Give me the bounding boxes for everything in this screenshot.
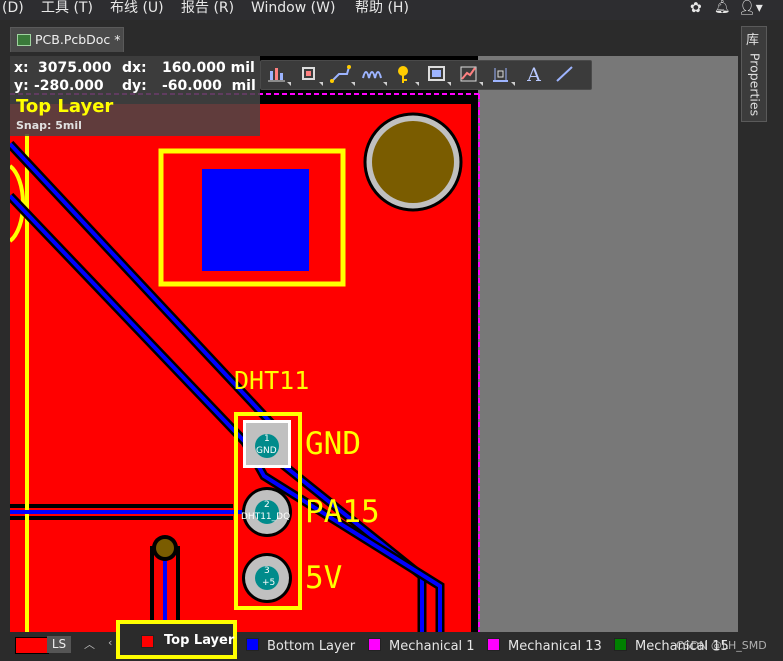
watermark: CSDN @LH_SMD <box>676 639 767 652</box>
heads-up-display: x: 3075.000 dx: 160.000 mil y: -280.000 … <box>10 56 260 136</box>
pin-1-number: 1 <box>264 434 270 444</box>
document-tab[interactable]: PCB.PcbDoc * <box>10 27 124 52</box>
library-glyph: 库 <box>746 33 760 48</box>
hud-current-layer: Top Layer <box>16 96 114 117</box>
hud-dy-label: dy: <box>122 78 147 94</box>
chevron-up-icon[interactable]: ︿ <box>84 636 95 652</box>
layer-tab-label: Top Layer <box>164 633 235 648</box>
hud-y-label: y: <box>14 78 29 94</box>
pcb-canvas[interactable]: DHT11 1 GND 2 DHT11_DQ 3 +5 GND PA15 5V <box>10 56 738 632</box>
layer-tab-top[interactable]: Top Layer <box>116 620 237 659</box>
layer-color-swatch <box>368 638 381 651</box>
layer-color-swatch <box>246 638 259 651</box>
component-icon[interactable] <box>295 62 325 88</box>
mounting-hole-inner <box>372 121 454 203</box>
pin-1-net: GND <box>256 446 277 456</box>
chevron-left-icon[interactable]: ‹ <box>108 636 112 649</box>
active-bar-toolbar: A <box>260 60 592 90</box>
user-icon[interactable]: 👤︎▾ <box>738 0 763 20</box>
wave-icon[interactable] <box>359 62 389 88</box>
menu-bar: (D) 工具 (T) 布线 (U) 报告 (R) Window (W) 帮助 (… <box>0 0 783 20</box>
pin-3-label: 5V <box>305 560 343 596</box>
route-icon[interactable] <box>327 62 357 88</box>
menu-item-route[interactable]: 布线 (U) <box>110 0 164 20</box>
ls-button[interactable]: LS <box>47 636 71 653</box>
layer-tab-mechanical-13[interactable]: Mechanical 13 <box>487 636 602 658</box>
layer-tab-label: Mechanical 1 <box>389 639 475 654</box>
pin-2-number: 2 <box>264 500 270 510</box>
pin-3-net: +5 <box>262 578 276 588</box>
pin-icon[interactable] <box>391 62 421 88</box>
hud-snap: Snap: 5mil <box>16 119 82 132</box>
menu-item-tools[interactable]: 工具 (T) <box>41 0 93 20</box>
line-icon[interactable] <box>551 62 581 88</box>
layer-tab-mechanical-1[interactable]: Mechanical 1 <box>368 636 475 658</box>
pin-1-label: GND <box>305 426 361 462</box>
layer-tab-label: Bottom Layer <box>267 639 356 654</box>
pcb-doc-icon <box>17 34 31 46</box>
properties-tab-label: Properties <box>747 52 763 117</box>
text-icon[interactable]: A <box>519 62 549 88</box>
graph-icon[interactable] <box>455 62 485 88</box>
pin-2-label: PA15 <box>305 494 380 530</box>
layer-color-swatch <box>487 638 500 651</box>
hud-y-value: -280.000 <box>34 78 104 94</box>
gear-icon[interactable]: ✿ <box>690 0 702 20</box>
pin-3-number: 3 <box>264 566 270 576</box>
hud-x-value: 3075.000 <box>38 60 112 76</box>
layer-tab-bar: LS ︿ ‹ Top Layer Bottom Layer Mechanical… <box>0 620 783 661</box>
menu-item-reports[interactable]: 报告 (R) <box>181 0 234 20</box>
menu-item-help[interactable]: 帮助 (H) <box>355 0 409 20</box>
hud-dx-label: dx: <box>122 60 147 76</box>
smd-pad <box>202 169 309 271</box>
layer-tab-bottom[interactable]: Bottom Layer <box>246 636 355 658</box>
layer-tab-label: Mechanical 13 <box>508 639 602 654</box>
component-designator: DHT11 <box>234 366 310 395</box>
bell-icon[interactable]: 🔔︎ <box>714 0 731 20</box>
rectangle-icon[interactable] <box>423 62 453 88</box>
pin-2-net: DHT11_DQ <box>241 512 291 522</box>
hud-dy-value: -60.000 mil <box>162 78 256 94</box>
hud-dx-value: 160.000 mil <box>162 60 255 76</box>
pcb-drawing <box>10 93 480 632</box>
menu-item-d[interactable]: (D) <box>2 0 24 20</box>
hud-x-label: x: <box>14 60 29 76</box>
bar-chart-icon[interactable] <box>263 62 293 88</box>
document-tab-title: PCB.PcbDoc * <box>35 32 121 47</box>
properties-panel-tab[interactable]: 库 Properties <box>741 26 767 122</box>
current-layer-swatch[interactable] <box>15 637 49 654</box>
layer-color-swatch <box>614 638 627 651</box>
menu-item-window[interactable]: Window (W) <box>251 0 335 20</box>
measure-icon[interactable] <box>487 62 517 88</box>
via-inner <box>156 539 174 557</box>
layer-color-swatch <box>141 635 154 648</box>
